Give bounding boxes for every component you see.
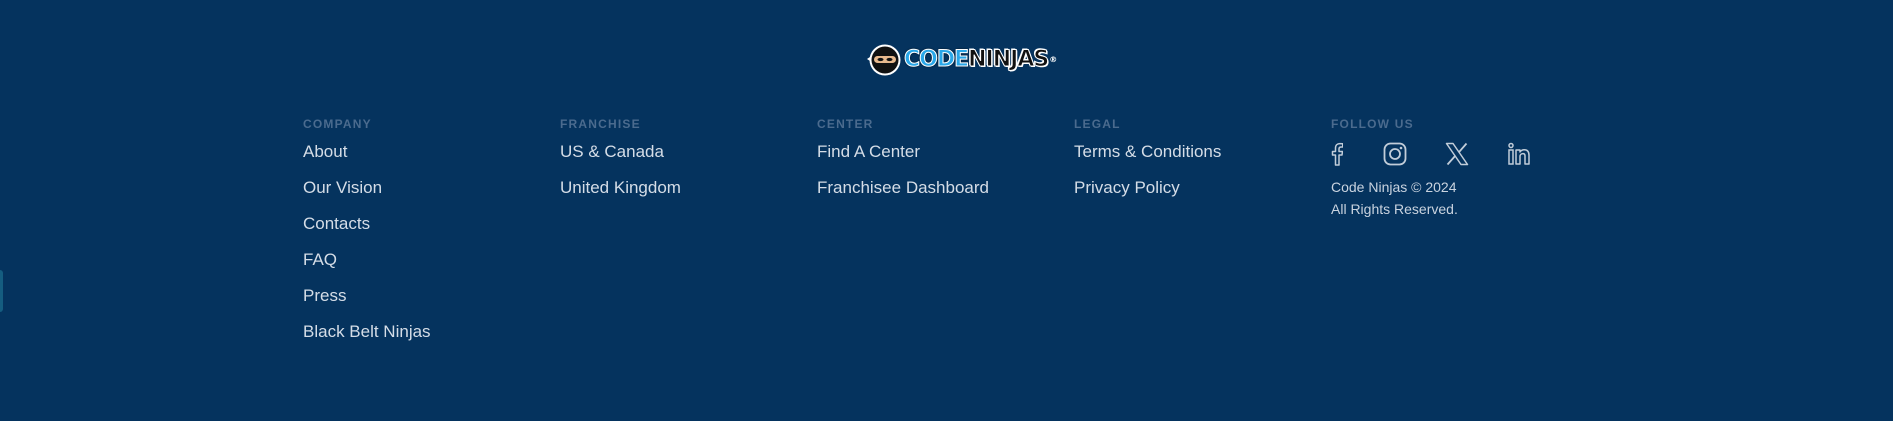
facebook-icon bbox=[1331, 142, 1343, 166]
logo-ninjas-text: NINJAS bbox=[968, 47, 1050, 73]
footer-link-united-kingdom[interactable]: United Kingdom bbox=[560, 177, 681, 199]
footer-link-contacts[interactable]: Contacts bbox=[303, 213, 431, 235]
copyright-notice: Code Ninjas © 2024 All Rights Reserved. bbox=[1331, 176, 1531, 220]
footer-column-franchise: FRANCHISE US & Canada United Kingdom bbox=[560, 117, 681, 213]
site-footer: CODENINJAS® COMPANY About Our Vision Con… bbox=[0, 0, 1893, 421]
code-ninjas-logo[interactable]: CODENINJAS® bbox=[864, 42, 1057, 78]
column-heading-center: CENTER bbox=[817, 117, 874, 131]
footer-link-us-canada[interactable]: US & Canada bbox=[560, 141, 681, 163]
footer-link-faq[interactable]: FAQ bbox=[303, 249, 431, 271]
column-heading-franchise: FRANCHISE bbox=[560, 117, 641, 131]
instagram-link[interactable] bbox=[1383, 141, 1407, 167]
logo-code-text: CODE bbox=[903, 47, 969, 73]
instagram-icon bbox=[1383, 142, 1407, 166]
footer-column-company: COMPANY About Our Vision Contacts FAQ Pr… bbox=[303, 117, 431, 357]
logo-wordmark: CODENINJAS® bbox=[903, 42, 1057, 78]
column-heading-company: COMPANY bbox=[303, 117, 372, 131]
footer-link-press[interactable]: Press bbox=[303, 285, 431, 307]
linkedin-link[interactable] bbox=[1507, 141, 1531, 167]
x-twitter-icon bbox=[1445, 142, 1469, 166]
registered-mark: ® bbox=[1049, 55, 1057, 64]
facebook-link[interactable] bbox=[1331, 141, 1343, 167]
ninja-head-icon bbox=[867, 44, 901, 76]
rights-reserved-line: All Rights Reserved. bbox=[1331, 201, 1458, 217]
column-heading-legal: LEGAL bbox=[1074, 117, 1121, 131]
copyright-line: Code Ninjas © 2024 bbox=[1331, 179, 1457, 195]
footer-link-find-a-center[interactable]: Find A Center bbox=[817, 141, 989, 163]
column-heading-follow-us: FOLLOW US bbox=[1331, 117, 1414, 131]
footer-link-terms-conditions[interactable]: Terms & Conditions bbox=[1074, 141, 1221, 163]
footer-column-follow-us: FOLLOW US Code Ninjas © 2024 All Rights … bbox=[1331, 117, 1531, 220]
x-twitter-link[interactable] bbox=[1445, 141, 1469, 167]
footer-link-our-vision[interactable]: Our Vision bbox=[303, 177, 431, 199]
footer-link-privacy-policy[interactable]: Privacy Policy bbox=[1074, 177, 1221, 199]
footer-column-center: CENTER Find A Center Franchisee Dashboar… bbox=[817, 117, 989, 213]
social-links bbox=[1331, 141, 1531, 167]
footer-link-about[interactable]: About bbox=[303, 141, 431, 163]
linkedin-icon bbox=[1508, 142, 1530, 165]
footer-column-legal: LEGAL Terms & Conditions Privacy Policy bbox=[1074, 117, 1221, 213]
footer-link-black-belt-ninjas[interactable]: Black Belt Ninjas bbox=[303, 321, 431, 343]
footer-link-franchisee-dashboard[interactable]: Franchisee Dashboard bbox=[817, 177, 989, 199]
side-tab-edge[interactable] bbox=[0, 270, 3, 312]
